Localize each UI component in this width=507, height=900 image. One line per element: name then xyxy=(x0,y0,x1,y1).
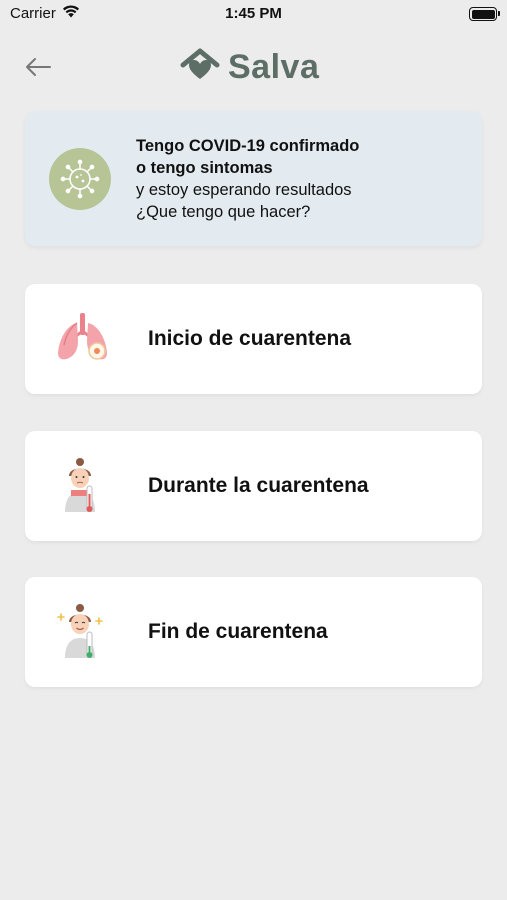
card-label: Fin de cuarentena xyxy=(148,620,328,643)
nav-header: Salva xyxy=(0,44,507,94)
arrow-left-icon xyxy=(24,57,52,82)
card-label: Durante la cuarentena xyxy=(148,474,369,497)
banner-line-1: Tengo COVID-19 confirmado xyxy=(136,137,360,155)
card-durante-cuarentena[interactable]: Durante la cuarentena xyxy=(25,431,482,541)
battery-icon xyxy=(469,7,500,21)
status-time: 1:45 PM xyxy=(225,5,282,22)
card-fin-cuarentena[interactable]: Fin de cuarentena xyxy=(25,577,482,687)
card-inicio-cuarentena[interactable]: Inicio de cuarentena xyxy=(25,284,482,394)
sick-person-icon xyxy=(53,456,113,516)
logo-text: Salva xyxy=(228,48,320,86)
app-logo: Salva xyxy=(180,48,319,87)
banner-line-4: ¿Que tengo que hacer? xyxy=(136,203,311,221)
back-button[interactable] xyxy=(18,52,58,86)
banner-line-2: o tengo sintomas xyxy=(136,159,273,177)
card-label: Inicio de cuarentena xyxy=(148,327,352,350)
virus-icon xyxy=(49,148,111,210)
lungs-icon xyxy=(53,309,113,369)
banner-line-3: y estoy esperando resultados xyxy=(136,181,352,199)
banner-text: Tengo COVID-19 confirmado o tengo sintom… xyxy=(136,135,466,223)
house-heart-icon xyxy=(180,48,220,87)
recovered-person-icon xyxy=(53,602,113,662)
battery-fill xyxy=(471,9,495,19)
status-bar: Carrier 1:45 PM xyxy=(0,0,507,28)
covid-info-banner[interactable]: Tengo COVID-19 confirmado o tengo sintom… xyxy=(25,111,482,246)
